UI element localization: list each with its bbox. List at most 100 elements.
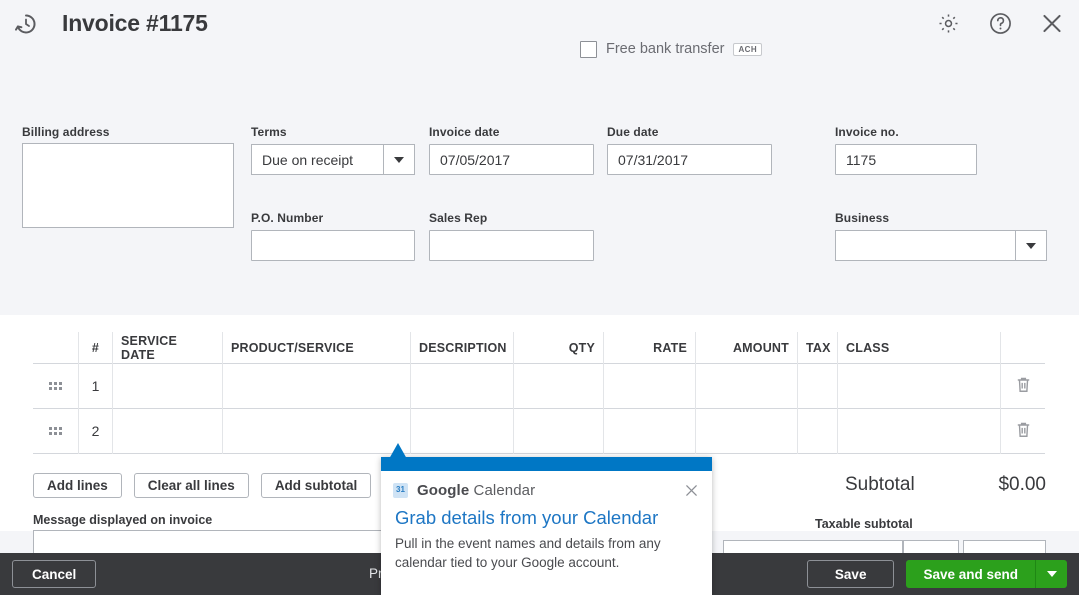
line-action-buttons: Add lines Clear all lines Add subtotal — [33, 473, 371, 498]
col-qty: QTY — [513, 332, 603, 364]
col-rate: RATE — [603, 332, 695, 364]
popup-body-text: Pull in the event names and details from… — [381, 528, 712, 571]
billing-address-label: Billing address — [22, 125, 110, 139]
drag-handle-icon[interactable] — [49, 382, 62, 390]
col-class: CLASS — [837, 332, 1000, 364]
invoice-page: Invoice #1175 — [0, 0, 1079, 595]
due-date-field[interactable] — [607, 144, 772, 175]
cell-tax[interactable] — [797, 364, 837, 409]
col-service-date: SERVICE DATE — [112, 332, 222, 364]
col-amount: AMOUNT — [695, 332, 797, 364]
terms-label: Terms — [251, 125, 287, 139]
print-or-preview-link[interactable]: Pr — [369, 566, 381, 581]
col-num: # — [78, 332, 112, 364]
col-tax: TAX — [797, 332, 837, 364]
delete-row-cell[interactable] — [1000, 409, 1045, 454]
cell-service-date[interactable] — [112, 409, 222, 454]
footer-primary-actions: Save Save and send — [807, 560, 1067, 588]
cell-amount[interactable] — [695, 409, 797, 454]
chevron-down-icon — [1026, 243, 1036, 249]
chevron-down-icon — [394, 157, 404, 163]
close-icon[interactable] — [1039, 11, 1065, 37]
cell-amount[interactable] — [695, 364, 797, 409]
taxable-subtotal-label: Taxable subtotal — [815, 517, 913, 531]
table-row[interactable]: 2 — [33, 409, 1045, 454]
drag-handle-icon[interactable] — [49, 427, 62, 435]
quickbooks-logo-icon — [12, 10, 40, 38]
cell-qty[interactable] — [513, 409, 603, 454]
due-date-label: Due date — [607, 125, 658, 139]
popup-brand-google: Google — [417, 482, 469, 499]
trash-icon[interactable] — [1016, 376, 1031, 396]
payment-options-row: Free bank transfer ACH — [580, 38, 762, 60]
col-actions — [1000, 332, 1045, 364]
clear-all-lines-button[interactable]: Clear all lines — [134, 473, 249, 498]
save-and-send-dropdown-button[interactable] — [1035, 560, 1067, 588]
invoice-date-label: Invoice date — [429, 125, 500, 139]
add-lines-button[interactable]: Add lines — [33, 473, 122, 498]
save-and-send-button[interactable]: Save and send — [906, 560, 1035, 588]
google-calendar-icon: 31 — [393, 483, 408, 498]
cell-product-service[interactable] — [222, 364, 410, 409]
business-label: Business — [835, 211, 889, 225]
sales-rep-field[interactable] — [429, 230, 594, 261]
col-product-service: PRODUCT/SERVICE — [222, 332, 410, 364]
invoice-date-field[interactable] — [429, 144, 594, 175]
billing-address-field[interactable] — [22, 143, 234, 228]
save-and-send-group: Save and send — [906, 560, 1067, 588]
invoice-form: Billing address Terms Due on receipt Inv… — [0, 60, 1079, 315]
cell-class[interactable] — [837, 409, 1000, 454]
po-number-field[interactable] — [251, 230, 415, 261]
page-header: Invoice #1175 — [0, 0, 1079, 47]
chevron-down-icon — [1047, 571, 1057, 577]
row-number: 1 — [78, 364, 112, 409]
popup-pointer — [389, 443, 407, 459]
cancel-button[interactable]: Cancel — [12, 560, 96, 588]
save-button[interactable]: Save — [807, 560, 895, 588]
col-description: DESCRIPTION — [410, 332, 513, 364]
row-number: 2 — [78, 409, 112, 454]
invoice-message-label: Message displayed on invoice — [33, 513, 212, 527]
drag-handle-cell[interactable] — [33, 364, 78, 409]
popup-accent-bar — [381, 457, 712, 471]
cell-description[interactable] — [410, 364, 513, 409]
business-select[interactable] — [835, 230, 1047, 261]
terms-value: Due on receipt — [252, 145, 383, 174]
popup-close-icon[interactable] — [682, 481, 700, 499]
drag-handle-cell[interactable] — [33, 409, 78, 454]
invoice-no-label: Invoice no. — [835, 125, 899, 139]
popup-brand-calendar: Calendar — [469, 482, 535, 499]
cell-service-date[interactable] — [112, 364, 222, 409]
header-actions — [935, 0, 1065, 47]
line-items-table: # SERVICE DATE PRODUCT/SERVICE DESCRIPTI… — [33, 332, 1045, 454]
trash-icon[interactable] — [1016, 421, 1031, 441]
po-number-label: P.O. Number — [251, 211, 323, 225]
gear-icon[interactable] — [935, 11, 961, 37]
popup-title: Grab details from your Calendar — [381, 499, 712, 528]
cell-description[interactable] — [410, 409, 513, 454]
cell-rate[interactable] — [603, 409, 695, 454]
sales-rep-label: Sales Rep — [429, 211, 487, 225]
business-value — [836, 231, 1015, 260]
cell-qty[interactable] — [513, 364, 603, 409]
cell-tax[interactable] — [797, 409, 837, 454]
cell-rate[interactable] — [603, 364, 695, 409]
terms-select[interactable]: Due on receipt — [251, 144, 415, 175]
ach-badge: ACH — [733, 43, 762, 56]
cell-class[interactable] — [837, 364, 1000, 409]
invoice-no-field[interactable] — [835, 144, 977, 175]
table-row[interactable]: 1 — [33, 364, 1045, 409]
free-bank-transfer-checkbox[interactable] — [580, 41, 597, 58]
subtotal-value: $0.00 — [993, 474, 1046, 496]
terms-dropdown-button[interactable] — [383, 145, 414, 174]
add-subtotal-button[interactable]: Add subtotal — [261, 473, 372, 498]
delete-row-cell[interactable] — [1000, 364, 1045, 409]
table-header-row: # SERVICE DATE PRODUCT/SERVICE DESCRIPTI… — [33, 332, 1045, 364]
free-bank-transfer-label: Free bank transfer — [606, 41, 724, 57]
cell-product-service[interactable] — [222, 409, 410, 454]
google-calendar-popup: 31 Google Calendar Grab details from you… — [381, 457, 712, 595]
page-title: Invoice #1175 — [62, 10, 208, 37]
business-dropdown-button[interactable] — [1015, 231, 1046, 260]
help-icon[interactable] — [987, 11, 1013, 37]
col-drag — [33, 332, 78, 364]
